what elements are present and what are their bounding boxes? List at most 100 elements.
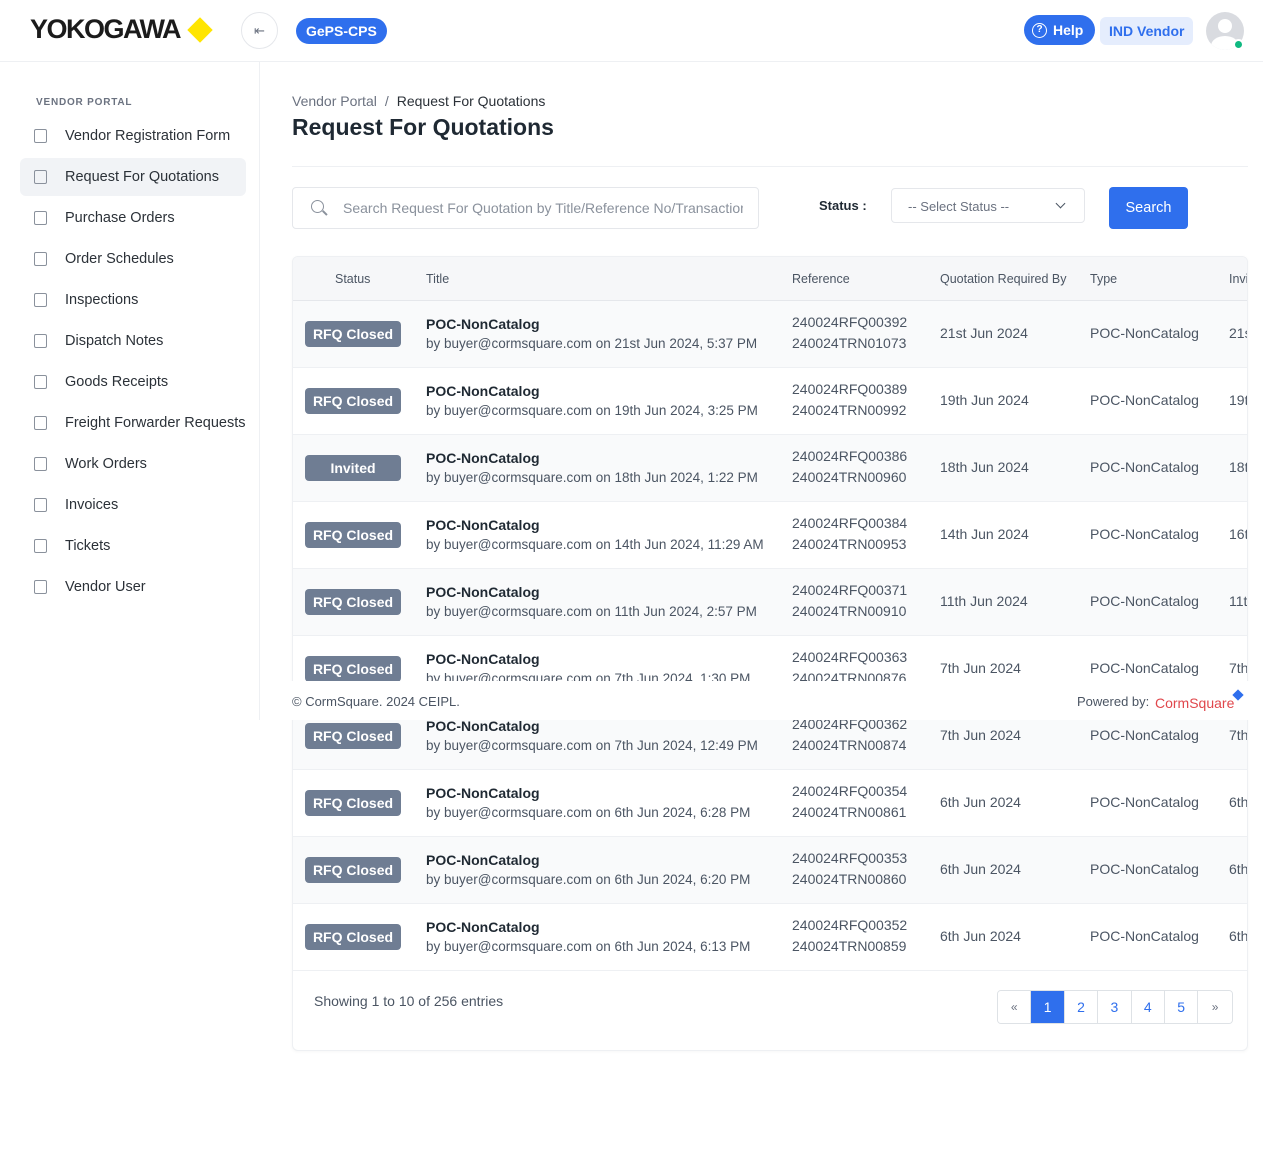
column-header-status[interactable]: Status bbox=[335, 272, 370, 286]
pagination-page-4[interactable]: 4 bbox=[1131, 991, 1165, 1023]
invited-date: 21s bbox=[1229, 325, 1247, 341]
rfq-created-by: by buyer@cormsquare.com on 19th Jun 2024… bbox=[426, 403, 758, 418]
help-button[interactable]: ? Help bbox=[1024, 15, 1096, 45]
sidebar-item-label: Dispatch Notes bbox=[65, 333, 164, 349]
search-box bbox=[292, 187, 759, 229]
search-input[interactable] bbox=[343, 188, 743, 228]
invited-date: 6th bbox=[1229, 794, 1248, 810]
sidebar-item-freight-forwarder-requests[interactable]: Freight Forwarder Requests bbox=[20, 404, 246, 442]
sidebar-item-goods-receipts[interactable]: Goods Receipts bbox=[20, 363, 246, 401]
transaction-number: 240024TRN00992 bbox=[792, 402, 907, 418]
column-header-type[interactable]: Type bbox=[1090, 272, 1117, 286]
rfq-created-by: by buyer@cormsquare.com on 11th Jun 2024… bbox=[426, 604, 757, 619]
sidebar-item-label: Vendor Registration Form bbox=[65, 128, 231, 144]
sidebar-item-work-orders[interactable]: Work Orders bbox=[20, 445, 246, 483]
top-bar: YOKOGAWA ⇤ GePS-CPS ? Help IND Vendor bbox=[0, 0, 1263, 62]
company-logo[interactable]: YOKOGAWA bbox=[30, 14, 182, 45]
sidebar-item-label: Order Schedules bbox=[65, 251, 174, 267]
table-row[interactable]: RFQ Closed POC-NonCatalog by buyer@cormsqu… bbox=[293, 770, 1248, 837]
quotation-required-by: 11th Jun 2024 bbox=[940, 593, 1028, 609]
column-header-title[interactable]: Title bbox=[426, 272, 449, 286]
rfq-reference-number: 240024RFQ00386 bbox=[792, 448, 908, 464]
file-icon bbox=[34, 580, 47, 594]
rfq-type: POC-NonCatalog bbox=[1090, 727, 1199, 743]
column-header-reference[interactable]: Reference bbox=[792, 272, 850, 286]
ticket-icon bbox=[34, 539, 47, 553]
rfq-title[interactable]: POC-NonCatalog bbox=[426, 919, 540, 935]
sidebar-item-vendor-user[interactable]: Vendor User bbox=[20, 568, 246, 606]
transaction-number: 240024TRN00874 bbox=[792, 737, 907, 753]
rfq-created-by: by buyer@cormsquare.com on 6th Jun 2024,… bbox=[426, 939, 751, 954]
invited-date: 18t bbox=[1229, 459, 1248, 475]
breadcrumb-root[interactable]: Vendor Portal bbox=[292, 93, 377, 109]
rfq-reference-number: 240024RFQ00371 bbox=[792, 582, 908, 598]
rfq-title[interactable]: POC-NonCatalog bbox=[426, 450, 540, 466]
invited-date: 6th bbox=[1229, 861, 1248, 877]
sidebar-item-inspections[interactable]: Inspections bbox=[20, 281, 246, 319]
sidebar: VENDOR PORTAL Vendor Registration Form R… bbox=[0, 62, 260, 720]
sidebar-item-request-for-quotations[interactable]: Request For Quotations bbox=[20, 158, 246, 196]
pagination-page-5[interactable]: 5 bbox=[1164, 991, 1199, 1023]
status-select[interactable]: -- Select Status -- bbox=[891, 188, 1085, 223]
rfq-title[interactable]: POC-NonCatalog bbox=[426, 852, 540, 868]
table-row[interactable]: RFQ Closed POC-NonCatalog by buyer@cormsqu… bbox=[293, 837, 1248, 904]
file-icon bbox=[34, 457, 47, 471]
rfq-title[interactable]: POC-NonCatalog bbox=[426, 785, 540, 801]
rfq-title[interactable]: POC-NonCatalog bbox=[426, 383, 540, 399]
search-button[interactable]: Search bbox=[1109, 187, 1188, 229]
pagination-next-button[interactable]: » bbox=[1198, 991, 1232, 1023]
app-badge[interactable]: GePS-CPS bbox=[296, 18, 387, 44]
divider bbox=[292, 166, 1248, 167]
status-badge: RFQ Closed bbox=[305, 857, 401, 883]
sidebar-item-label: Work Orders bbox=[65, 456, 147, 472]
footer: © CormSquare. 2024 CEIPL. Powered by: Co… bbox=[260, 681, 1263, 720]
rfq-title[interactable]: POC-NonCatalog bbox=[426, 316, 540, 332]
table-row[interactable]: RFQ Closed POC-NonCatalog by buyer@cormsqu… bbox=[293, 502, 1248, 569]
logo-diamond-icon bbox=[187, 17, 213, 43]
table-row[interactable]: RFQ Closed POC-NonCatalog by buyer@cormsqu… bbox=[293, 368, 1247, 435]
table-row[interactable]: RFQ Closed POC-NonCatalog by buyer@cormsqu… bbox=[293, 569, 1247, 636]
vendor-chip[interactable]: IND Vendor bbox=[1100, 17, 1194, 45]
sidebar-item-purchase-orders[interactable]: Purchase Orders bbox=[20, 199, 246, 237]
pagination-prev-button[interactable]: « bbox=[998, 991, 1032, 1023]
sidebar-item-label: Invoices bbox=[65, 497, 119, 513]
sidebar-item-label: Purchase Orders bbox=[65, 210, 175, 226]
sidebar-item-order-schedules[interactable]: Order Schedules bbox=[20, 240, 246, 278]
rfq-created-by: by buyer@cormsquare.com on 6th Jun 2024,… bbox=[426, 872, 751, 887]
table-row[interactable]: RFQ Closed POC-NonCatalog by buyer@cormsqu… bbox=[293, 904, 1248, 971]
sidebar-item-tickets[interactable]: Tickets bbox=[20, 527, 246, 565]
transaction-number: 240024TRN01073 bbox=[792, 335, 907, 351]
sidebar-item-label: Inspections bbox=[65, 292, 139, 308]
sidebar-item-dispatch-notes[interactable]: Dispatch Notes bbox=[20, 322, 246, 360]
rfq-reference-number: 240024RFQ00363 bbox=[792, 649, 908, 665]
rfq-title[interactable]: POC-NonCatalog bbox=[426, 651, 540, 667]
table-row[interactable]: Invited POC-NonCatalog by buyer@cormsquare… bbox=[293, 435, 1248, 502]
rfq-title[interactable]: POC-NonCatalog bbox=[426, 517, 540, 533]
invited-date: 16t bbox=[1229, 526, 1248, 542]
rfq-reference-number: 240024RFQ00392 bbox=[792, 314, 908, 330]
invited-date: 6th bbox=[1229, 928, 1248, 944]
pagination-page-3[interactable]: 3 bbox=[1098, 991, 1132, 1023]
rfq-type: POC-NonCatalog bbox=[1090, 660, 1199, 676]
pagination-page-1[interactable]: 1 bbox=[1031, 991, 1065, 1023]
pagination: « 1 2 3 4 5 » bbox=[997, 990, 1233, 1024]
rfq-title[interactable]: POC-NonCatalog bbox=[426, 718, 540, 734]
rfq-reference-number: 240024RFQ00353 bbox=[792, 850, 908, 866]
rfq-type: POC-NonCatalog bbox=[1090, 794, 1199, 810]
sidebar-item-vendor-registration-form[interactable]: Vendor Registration Form bbox=[20, 117, 246, 155]
sidebar-item-invoices[interactable]: Invoices bbox=[20, 486, 246, 524]
table-row[interactable]: RFQ Closed POC-NonCatalog by buyer@cormsqu… bbox=[293, 301, 1247, 368]
transaction-number: 240024TRN00910 bbox=[792, 603, 907, 619]
invited-date: 7th bbox=[1229, 727, 1248, 743]
rfq-title[interactable]: POC-NonCatalog bbox=[426, 584, 540, 600]
footer-powered-by: Powered by: bbox=[1077, 694, 1150, 709]
quotation-required-by: 7th Jun 2024 bbox=[940, 727, 1021, 743]
rfq-type: POC-NonCatalog bbox=[1090, 593, 1199, 609]
column-header-invited[interactable]: Invi bbox=[1229, 272, 1247, 286]
footer-brand-logo[interactable]: CormSquare bbox=[1155, 695, 1234, 711]
rfq-created-by: by buyer@cormsquare.com on 18th Jun 2024… bbox=[426, 470, 758, 485]
column-header-quotation-required-by[interactable]: Quotation Required By bbox=[940, 272, 1066, 286]
transaction-number: 240024TRN00953 bbox=[792, 536, 907, 552]
collapse-sidebar-icon[interactable]: ⇤ bbox=[241, 12, 278, 49]
pagination-page-2[interactable]: 2 bbox=[1064, 991, 1099, 1023]
